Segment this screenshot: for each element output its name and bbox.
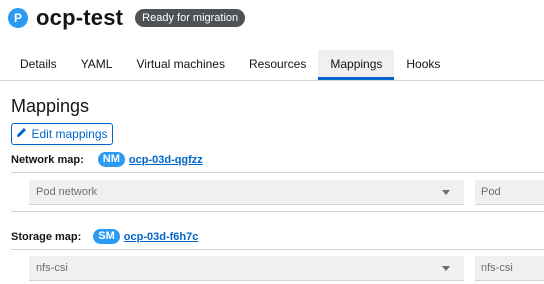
page-header: P ocp-test Ready for migration bbox=[8, 4, 246, 32]
divider bbox=[11, 211, 544, 212]
tab-bar: Details YAML Virtual machines Resources … bbox=[0, 50, 544, 81]
page-title: ocp-test bbox=[36, 5, 124, 30]
storage-target-field[interactable]: nfs-csi bbox=[475, 256, 544, 281]
tab-mappings[interactable]: Mappings bbox=[318, 50, 395, 80]
network-target-value: Pod bbox=[481, 186, 501, 198]
status-badge: Ready for migration bbox=[135, 9, 246, 27]
network-source-select[interactable]: Pod network bbox=[29, 180, 464, 205]
storage-map-link[interactable]: ocp-03d-f6h7c bbox=[124, 231, 199, 243]
caret-down-icon bbox=[442, 189, 450, 195]
divider bbox=[11, 249, 544, 250]
storage-map-row: Storage map: SM ocp-03d-f6h7c bbox=[11, 229, 198, 244]
tab-details[interactable]: Details bbox=[8, 50, 69, 78]
storage-source-value: nfs-csi bbox=[36, 262, 68, 274]
edit-mappings-label: Edit mappings bbox=[31, 127, 108, 141]
storage-map-label: Storage map: bbox=[11, 230, 82, 243]
tab-hooks[interactable]: Hooks bbox=[394, 50, 452, 78]
tab-virtual-machines[interactable]: Virtual machines bbox=[124, 50, 237, 78]
network-target-field[interactable]: Pod bbox=[475, 180, 544, 205]
network-map-badge: NM bbox=[97, 152, 125, 167]
tab-yaml[interactable]: YAML bbox=[69, 50, 125, 78]
divider bbox=[11, 172, 544, 173]
storage-target-value: nfs-csi bbox=[481, 262, 513, 274]
storage-map-badge: SM bbox=[93, 229, 120, 244]
network-map-label: Network map: bbox=[11, 153, 84, 166]
section-title: Mappings bbox=[11, 96, 90, 116]
storage-source-select[interactable]: nfs-csi bbox=[29, 256, 464, 281]
network-map-link[interactable]: ocp-03d-qgfzz bbox=[129, 154, 203, 166]
caret-down-icon bbox=[442, 265, 450, 271]
edit-mappings-button[interactable]: Edit mappings bbox=[11, 123, 113, 145]
network-map-row: Network map: NM ocp-03d-qgfzz bbox=[11, 152, 203, 167]
tab-resources[interactable]: Resources bbox=[237, 50, 318, 78]
plan-icon: P bbox=[8, 8, 28, 28]
pencil-icon bbox=[16, 127, 27, 141]
network-source-value: Pod network bbox=[36, 186, 98, 198]
